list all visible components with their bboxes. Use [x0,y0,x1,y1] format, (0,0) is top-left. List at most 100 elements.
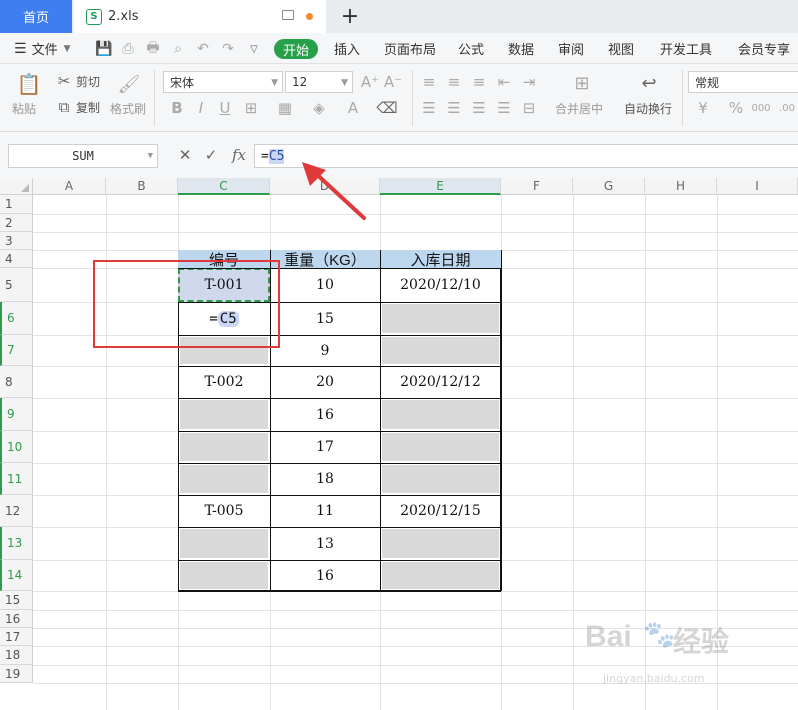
menu-data[interactable]: 数据 [508,33,534,64]
table-cell[interactable]: 2020/12/15 [380,495,501,527]
table-cell[interactable]: 13 [270,527,380,560]
undo-icon[interactable]: ↶ [195,41,211,57]
column-header-a[interactable]: A [33,178,106,195]
empty-cell[interactable] [180,529,268,558]
table-cell[interactable]: 20 [270,366,380,398]
print-icon[interactable]: 🖶 [145,40,161,57]
align-top-icon[interactable]: ≡ [420,73,438,91]
insert-function-icon[interactable]: fx [228,145,250,165]
table-cell[interactable]: 18 [270,463,380,495]
tab-file-2xls[interactable]: S 2.xls [74,0,326,33]
border-icon[interactable]: ⊞ [242,99,260,117]
italic-icon[interactable]: I [192,99,210,117]
table-cell[interactable]: 17 [270,431,380,463]
column-header-e[interactable]: E [380,178,501,195]
increase-decimal-icon[interactable]: .00 [778,99,796,117]
row-header-19[interactable]: 19 [0,665,33,683]
table-header-cell[interactable]: 重量（KG） [270,250,380,269]
merge-center-button[interactable]: 合并居中 [555,100,603,117]
underline-icon[interactable]: U [216,99,234,117]
empty-cell[interactable] [382,337,499,364]
menu-developer[interactable]: 开发工具 [660,33,712,64]
table-cell[interactable]: 10 [270,268,380,302]
font-name-select[interactable]: 宋体 ▼ [163,71,283,93]
menu-page-layout[interactable]: 页面布局 [384,33,436,64]
row-header-4[interactable]: 4 [0,250,33,268]
decrease-indent-icon[interactable]: ⇤ [495,73,513,91]
bold-icon[interactable]: B [168,99,186,117]
table-cell[interactable]: 2020/12/10 [380,268,501,302]
find-icon[interactable]: ⌕ [170,41,186,57]
confirm-icon[interactable]: ✓ [202,145,220,165]
row-header-5[interactable]: 5 [0,268,33,302]
row-header-18[interactable]: 18 [0,646,33,665]
font-size-select[interactable]: 12 ▼ [285,71,353,93]
new-tab-button[interactable]: + [338,2,362,30]
select-all-corner[interactable] [0,178,33,195]
thousands-separator-icon[interactable]: 000 [751,99,770,117]
column-header-i[interactable]: I [717,178,798,195]
menu-view[interactable]: 视图 [608,33,634,64]
row-header-10[interactable]: 10 [0,431,33,463]
row-header-17[interactable]: 17 [0,628,33,646]
row-header-15[interactable]: 15 [0,591,33,610]
number-format-select[interactable]: 常规 [688,71,798,93]
decrease-font-icon[interactable]: A⁻ [384,73,402,91]
eraser-icon[interactable]: ⌫ [376,99,397,117]
print-preview-icon[interactable]: ⎙ [120,41,136,57]
cancel-icon[interactable]: ✕ [176,145,194,165]
row-header-1[interactable]: 1 [0,195,33,214]
font-color-icon[interactable]: A [344,99,362,117]
copy-button[interactable]: 复制 [76,99,100,116]
empty-cell[interactable] [180,433,268,461]
empty-cell[interactable] [382,400,499,429]
increase-font-icon[interactable]: A⁺ [361,73,379,91]
table-header-cell[interactable]: 入库日期 [380,250,501,269]
file-menu[interactable]: ☰ 文件 ▼ [14,33,71,64]
table-cell[interactable]: 11 [270,495,380,527]
table-cell[interactable]: 16 [270,560,380,591]
quick-access-dropdown-icon[interactable]: ▽ [246,41,262,57]
menu-review[interactable]: 审阅 [558,33,584,64]
fill-style-icon[interactable]: ▦ [276,99,294,117]
table-cell[interactable]: 16 [270,398,380,431]
align-bottom-icon[interactable]: ≡ [470,73,488,91]
table-cell[interactable]: 9 [270,335,380,366]
fill-color-icon[interactable]: ◈ [310,99,328,117]
justify-icon[interactable]: ☰ [495,99,513,117]
format-painter-button[interactable]: 格式刷 [110,100,146,117]
increase-indent-icon[interactable]: ⇥ [520,73,538,91]
column-header-b[interactable]: B [106,178,178,195]
empty-cell[interactable] [382,562,499,589]
row-header-11[interactable]: 11 [0,463,33,495]
table-cell[interactable]: T-005 [178,495,270,527]
paste-button[interactable]: 粘贴 [12,100,36,117]
save-icon[interactable]: 💾 [95,41,112,57]
empty-cell[interactable] [382,433,499,461]
column-header-c[interactable]: C [178,178,270,195]
align-left-icon[interactable]: ☰ [420,99,438,117]
redo-icon[interactable]: ↷ [220,41,236,57]
row-header-8[interactable]: 8 [0,366,33,398]
row-header-13[interactable]: 13 [0,527,33,560]
distributed-icon[interactable]: ⊟ [520,99,538,117]
empty-cell[interactable] [382,304,499,333]
name-box[interactable]: SUM ▼ [8,144,158,168]
table-cell[interactable]: 2020/12/12 [380,366,501,398]
paste-icon[interactable]: 📋 [17,72,42,96]
empty-cell[interactable] [180,400,268,429]
row-header-7[interactable]: 7 [0,335,33,366]
menu-formulas[interactable]: 公式 [458,33,484,64]
empty-cell[interactable] [180,562,268,589]
column-header-f[interactable]: F [501,178,573,195]
table-cell[interactable]: T-002 [178,366,270,398]
monitor-icon[interactable] [282,10,294,20]
align-center-icon[interactable]: ☰ [445,99,463,117]
cut-button[interactable]: 剪切 [76,73,100,90]
empty-cell[interactable] [180,465,268,493]
column-header-g[interactable]: G [573,178,645,195]
column-header-h[interactable]: H [645,178,717,195]
row-header-6[interactable]: 6 [0,302,33,335]
row-header-3[interactable]: 3 [0,232,33,250]
menu-member[interactable]: 会员专享 [738,33,790,64]
